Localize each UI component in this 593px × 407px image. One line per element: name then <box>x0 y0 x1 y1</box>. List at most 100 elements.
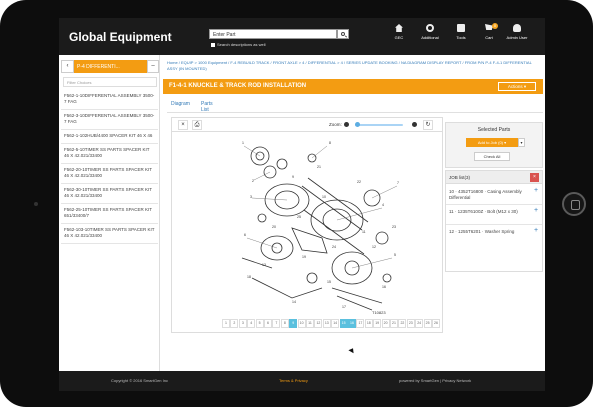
page-button[interactable]: 3 <box>238 319 247 328</box>
sidebar-title[interactable]: P-4 DIFFERENTI... <box>77 64 120 70</box>
add-item-button[interactable]: + <box>534 227 538 234</box>
sidebar-item[interactable]: F562-3-10DIFFERENTIAL ASSEMBLY 3500-7 FA… <box>61 110 158 130</box>
tablet-home-button[interactable] <box>562 192 586 216</box>
part-callout[interactable]: 6 <box>244 233 246 237</box>
page-button[interactable]: 8 <box>280 319 289 328</box>
part-callout[interactable]: 2 <box>252 179 254 183</box>
part-callout[interactable]: 23 <box>392 225 396 229</box>
page-button[interactable]: 12 <box>314 319 323 328</box>
part-callout[interactable]: 16 <box>382 285 386 289</box>
nav-item-tools[interactable]: Tools <box>447 24 475 40</box>
part-callout[interactable]: 8 <box>329 141 331 145</box>
sidebar-item[interactable]: F562-1-102HUB/4400 SPACER KIT 46 X 46 <box>61 130 158 144</box>
page-button[interactable]: 1 <box>222 319 230 328</box>
part-callout[interactable]: 22 <box>357 180 361 184</box>
page-button[interactable]: 11 <box>306 319 314 328</box>
check-all-button[interactable]: Check All <box>474 152 510 161</box>
page-button[interactable]: 17 <box>356 319 365 328</box>
sidebar-item[interactable]: F562-25-10TIMER SS PARTS SPACER KIT 651/… <box>61 204 158 224</box>
part-callout[interactable]: 1 <box>242 141 244 145</box>
search-button[interactable] <box>337 29 349 39</box>
page-button[interactable]: 16 <box>348 319 356 328</box>
sidebar-item[interactable]: F562-103-10TIMER SS PARTS SPACER KIT 46 … <box>61 224 158 244</box>
sidebar-item[interactable]: F562-5-10TIMER SS PARTS SPACER KIT 46 X … <box>61 144 158 164</box>
add-to-job-dropdown[interactable]: ▾ <box>518 138 525 147</box>
page-button[interactable]: 2 <box>230 319 239 328</box>
page-button[interactable]: 7 <box>272 319 281 328</box>
sidebar-collapse-button[interactable]: – <box>147 60 159 73</box>
page-button[interactable]: 13 <box>322 319 331 328</box>
page-button[interactable]: 6 <box>264 319 272 328</box>
part-callout[interactable]: 3 <box>250 195 252 199</box>
page-button[interactable]: 22 <box>398 319 407 328</box>
add-to-job-button[interactable]: Add to Job (0) ▾ <box>466 138 518 147</box>
part-callout[interactable]: 12 <box>372 245 376 249</box>
part-callout[interactable]: 19 <box>302 255 306 259</box>
page-button[interactable]: 10 <box>297 319 306 328</box>
part-callout[interactable]: 10 <box>322 195 326 199</box>
print-button[interactable]: ⎙ <box>192 120 202 130</box>
sidebar-item[interactable]: F562-20-10TIMER SS PARTS SPACER KIT 46 X… <box>61 164 158 184</box>
part-callout[interactable]: 11 <box>362 230 366 234</box>
exploded-parts-diagram[interactable]: T10823 123456789101112131415161718192021… <box>232 138 402 316</box>
zoom-slider-handle[interactable] <box>355 122 361 127</box>
zoom-in-icon[interactable] <box>412 122 417 127</box>
page-button[interactable]: 5 <box>255 319 264 328</box>
page-button[interactable]: 21 <box>390 319 398 328</box>
part-callout[interactable]: 20 <box>272 225 276 229</box>
page-button[interactable]: 23 <box>406 319 415 328</box>
sidebar-header: ‹ P-4 DIFFERENTI... – <box>61 60 159 73</box>
search-input[interactable]: Enter Part <box>209 29 337 39</box>
part-callout[interactable]: 21 <box>317 165 321 169</box>
add-item-button[interactable]: + <box>534 207 538 214</box>
job-list-item[interactable]: 12 · 1255T6201 · Washer Spring <box>449 229 531 235</box>
tab-diagram[interactable]: Diagram <box>171 101 190 107</box>
part-callout[interactable]: 7 <box>397 181 399 185</box>
add-item-button[interactable]: + <box>534 187 538 194</box>
filter-choices-input[interactable]: Filter Choices <box>63 77 157 87</box>
part-callout[interactable]: 18 <box>247 275 251 279</box>
page-button[interactable]: 26 <box>432 319 440 328</box>
page-button[interactable]: 24 <box>415 319 424 328</box>
part-callout[interactable]: 5 <box>394 253 396 257</box>
page-button[interactable]: 20 <box>381 319 390 328</box>
breadcrumb[interactable]: Home / EQUIP > 1000 Equipment / F-4 REBU… <box>167 60 541 72</box>
page-button[interactable]: 9 <box>289 319 298 328</box>
brand-logo[interactable]: Global Equipment <box>69 30 172 44</box>
page-button[interactable]: 25 <box>423 319 432 328</box>
footer-terms-link[interactable]: Terms & Privacy <box>279 378 308 383</box>
nav-item-cart[interactable]: 0 Cart <box>475 23 503 40</box>
clear-job-button[interactable]: × <box>530 173 539 182</box>
page-title: F1-4-1 KNUCKLE & TRACK ROD INSTALLATION <box>169 83 307 89</box>
sidebar-back-button[interactable]: ‹ <box>61 60 74 73</box>
page-button[interactable]: 14 <box>331 319 340 328</box>
part-callout[interactable]: 24 <box>332 245 336 249</box>
page-button[interactable]: 4 <box>247 319 256 328</box>
nav-item-user[interactable]: Admin User <box>503 24 531 40</box>
nav-item-home[interactable]: GEC <box>385 24 413 40</box>
part-callout[interactable]: 13 <box>262 263 266 267</box>
page-button[interactable]: 15 <box>339 319 348 328</box>
diagram-viewer: × ⎙ Zoom: ↻ T10823 1 2 3 4 5 6 7 8 9 10 … <box>171 117 443 333</box>
close-viewer-button[interactable]: × <box>178 120 188 130</box>
part-callout[interactable]: 17 <box>342 305 346 309</box>
page-button[interactable]: 18 <box>364 319 373 328</box>
part-callout[interactable]: 15 <box>327 280 331 284</box>
nav-item-additional[interactable]: Additional <box>416 24 444 40</box>
zoom-slider[interactable] <box>355 122 403 127</box>
sidebar-item[interactable]: F562-30-10TIMER SS PARTS SPACER KIT 46 X… <box>61 184 158 204</box>
search-descriptions-checkbox[interactable]: Search descriptions as well <box>211 42 265 47</box>
job-list-item[interactable]: 11 · 1235T6100Z · Bolt (M12 x 30) <box>449 209 531 215</box>
sidebar-item[interactable]: F562-1-10DIFFERENTIAL ASSEMBLY 3500-7 FA… <box>61 90 158 110</box>
part-callout[interactable]: 14 <box>292 300 296 304</box>
nav-label: Admin User <box>506 35 528 40</box>
job-list-item[interactable]: 10 · 4352T16800 · Casing Assembly Differ… <box>449 189 531 201</box>
part-callout[interactable]: 9 <box>292 175 294 179</box>
zoom-out-icon[interactable] <box>344 122 349 127</box>
rotate-button[interactable]: ↻ <box>423 120 433 130</box>
diagram-code: T10823 <box>372 310 386 315</box>
page-button[interactable]: 19 <box>373 319 382 328</box>
actions-dropdown[interactable]: Actions ▾ <box>498 82 536 91</box>
part-callout[interactable]: 25 <box>297 215 301 219</box>
part-callout[interactable]: 4 <box>382 203 384 207</box>
